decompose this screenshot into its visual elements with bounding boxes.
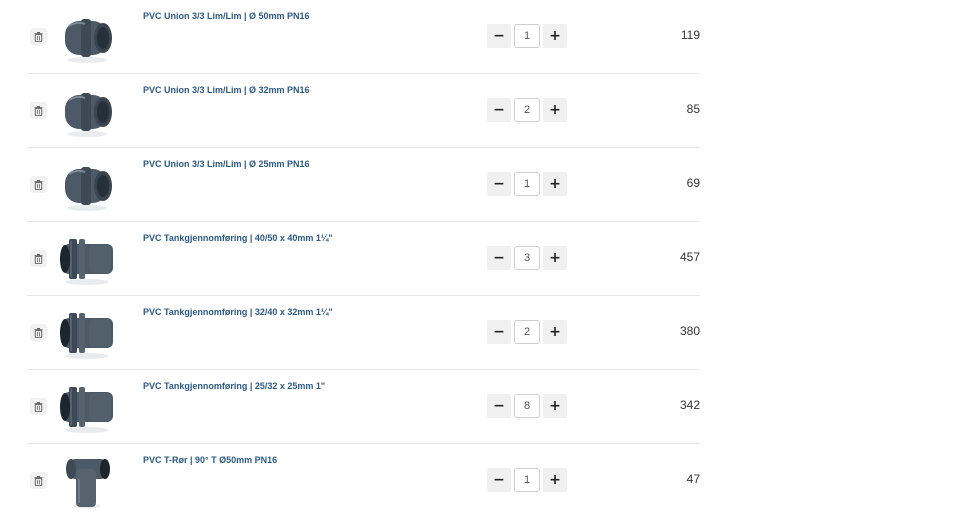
decrement-button[interactable]: − xyxy=(487,98,511,122)
quantity-stepper: − 3 + xyxy=(487,246,567,270)
delete-item-button[interactable] xyxy=(30,398,47,415)
increment-button[interactable]: + xyxy=(543,320,567,344)
increment-button[interactable]: + xyxy=(543,246,567,270)
line-total: 119 xyxy=(680,28,700,42)
cart-list: PVC Union 3/3 Lim/Lim | Ø 50mm PN16 − 1 … xyxy=(27,0,700,514)
cart-row: PVC T-Rør | 90° T Ø50mm PN16 − 1 + 47 xyxy=(27,444,700,517)
decrement-button[interactable]: − xyxy=(487,24,511,48)
quantity-stepper: − 1 + xyxy=(487,172,567,196)
quantity-stepper: − 8 + xyxy=(487,394,567,418)
cart-row: PVC Union 3/3 Lim/Lim | Ø 25mm PN16 − 1 … xyxy=(27,148,700,222)
product-name-link[interactable]: PVC T-Rør | 90° T Ø50mm PN16 xyxy=(143,455,277,465)
product-name-link[interactable]: PVC Tankgjennomføring | 32/40 x 32mm 1¼" xyxy=(143,307,333,317)
decrement-button[interactable]: − xyxy=(487,172,511,196)
pvc-union-icon[interactable] xyxy=(57,83,117,139)
product-name-link[interactable]: PVC Union 3/3 Lim/Lim | Ø 25mm PN16 xyxy=(143,159,310,169)
quantity-input[interactable]: 3 xyxy=(514,246,540,270)
tank-fitting-icon[interactable] xyxy=(57,231,117,287)
trash-icon xyxy=(34,401,43,412)
pvc-union-icon[interactable] xyxy=(57,157,117,213)
decrement-button[interactable]: − xyxy=(487,246,511,270)
quantity-input[interactable]: 2 xyxy=(514,98,540,122)
line-total: 342 xyxy=(679,398,700,412)
product-name-link[interactable]: PVC Tankgjennomføring | 40/50 x 40mm 1¼" xyxy=(143,233,333,243)
increment-button[interactable]: + xyxy=(543,394,567,418)
delete-item-button[interactable] xyxy=(30,176,47,193)
delete-item-button[interactable] xyxy=(30,102,47,119)
line-total: 457 xyxy=(679,250,700,264)
tee-pipe-icon[interactable] xyxy=(57,453,117,509)
quantity-stepper: − 2 + xyxy=(487,98,567,122)
quantity-input[interactable]: 1 xyxy=(514,172,540,196)
decrement-button[interactable]: − xyxy=(487,320,511,344)
quantity-input[interactable]: 2 xyxy=(514,320,540,344)
increment-button[interactable]: + xyxy=(543,24,567,48)
cart-row: PVC Tankgjennomføring | 25/32 x 25mm 1" … xyxy=(27,370,700,444)
trash-icon xyxy=(34,31,43,42)
quantity-stepper: − 1 + xyxy=(487,24,567,48)
line-total: 69 xyxy=(686,176,700,190)
cart-row: PVC Union 3/3 Lim/Lim | Ø 50mm PN16 − 1 … xyxy=(27,0,700,74)
quantity-input[interactable]: 1 xyxy=(514,24,540,48)
trash-icon xyxy=(34,105,43,116)
delete-item-button[interactable] xyxy=(30,250,47,267)
cart-row: PVC Union 3/3 Lim/Lim | Ø 32mm PN16 − 2 … xyxy=(27,74,700,148)
quantity-input[interactable]: 8 xyxy=(514,394,540,418)
line-total: 380 xyxy=(679,324,700,338)
increment-button[interactable]: + xyxy=(543,98,567,122)
tank-fitting-icon[interactable] xyxy=(57,305,117,361)
tank-fitting-icon[interactable] xyxy=(57,379,117,435)
product-name-link[interactable]: PVC Union 3/3 Lim/Lim | Ø 50mm PN16 xyxy=(143,11,310,21)
delete-item-button[interactable] xyxy=(30,28,47,45)
trash-icon xyxy=(34,327,43,338)
product-name-link[interactable]: PVC Union 3/3 Lim/Lim | Ø 32mm PN16 xyxy=(143,85,310,95)
cart-row: PVC Tankgjennomføring | 40/50 x 40mm 1¼"… xyxy=(27,222,700,296)
trash-icon xyxy=(34,475,43,486)
increment-button[interactable]: + xyxy=(543,172,567,196)
decrement-button[interactable]: − xyxy=(487,394,511,418)
line-total: 47 xyxy=(686,472,700,486)
quantity-stepper: − 2 + xyxy=(487,320,567,344)
quantity-input[interactable]: 1 xyxy=(514,468,540,492)
increment-button[interactable]: + xyxy=(543,468,567,492)
quantity-stepper: − 1 + xyxy=(487,468,567,492)
delete-item-button[interactable] xyxy=(30,324,47,341)
delete-item-button[interactable] xyxy=(30,472,47,489)
product-name-link[interactable]: PVC Tankgjennomføring | 25/32 x 25mm 1" xyxy=(143,381,325,391)
trash-icon xyxy=(34,179,43,190)
cart-row: PVC Tankgjennomføring | 32/40 x 32mm 1¼"… xyxy=(27,296,700,370)
decrement-button[interactable]: − xyxy=(487,468,511,492)
line-total: 85 xyxy=(686,102,700,116)
trash-icon xyxy=(34,253,43,264)
pvc-union-icon[interactable] xyxy=(57,9,117,65)
